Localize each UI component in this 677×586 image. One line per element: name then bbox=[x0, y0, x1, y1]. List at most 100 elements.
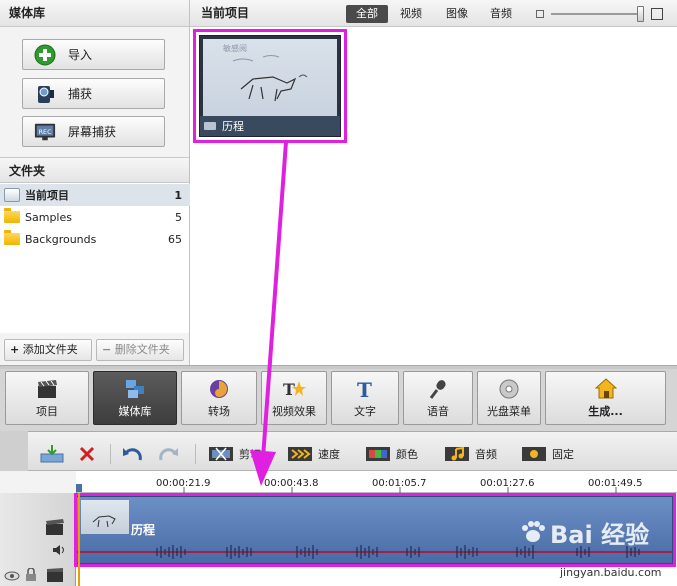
add-folder-label: 添加文件夹 bbox=[22, 343, 78, 356]
track-type-icon bbox=[46, 567, 64, 583]
eye-icon[interactable] bbox=[4, 570, 20, 581]
color-label: 颜色 bbox=[396, 448, 418, 461]
capture-label: 捕获 bbox=[68, 87, 93, 101]
folder-icon bbox=[4, 230, 20, 245]
color-icon bbox=[365, 445, 391, 463]
undo-button[interactable] bbox=[120, 442, 151, 466]
zoom-slider[interactable] bbox=[551, 13, 643, 15]
tab-transitions-label: 转场 bbox=[208, 404, 230, 418]
folder-icon bbox=[4, 208, 20, 223]
screen-capture-label: 屏幕捕获 bbox=[68, 125, 117, 139]
ruler-left-area bbox=[0, 471, 76, 493]
video-camera-icon bbox=[204, 122, 216, 130]
close-icon bbox=[78, 445, 104, 463]
folder-name: Samples bbox=[25, 210, 72, 224]
swirl-icon bbox=[207, 378, 231, 400]
folder-item-current-project[interactable]: 当前项目 1 bbox=[0, 184, 190, 206]
thumbnail-caption-bar: 历程 bbox=[200, 116, 340, 136]
undo-icon bbox=[120, 445, 146, 463]
text-t-icon: T bbox=[353, 378, 377, 400]
playhead-line[interactable] bbox=[78, 493, 80, 586]
watermark-brand: Bai 经验 bbox=[550, 520, 650, 549]
folder-count: 1 bbox=[174, 188, 182, 202]
remove-folder-label: 删除文件夹 bbox=[114, 343, 170, 356]
watermark-logo: Bai 经验 bbox=[520, 512, 670, 552]
disc-menu-icon bbox=[497, 378, 521, 400]
watermark-url: jingyan.baidu.com bbox=[560, 566, 662, 579]
remove-folder-button[interactable]: − 删除文件夹 bbox=[96, 339, 184, 361]
zoom-large-icon bbox=[651, 8, 663, 20]
toolbar-divider bbox=[110, 444, 111, 464]
tab-media-library-label: 媒体库 bbox=[118, 404, 152, 418]
tab-produce-label: 生成... bbox=[588, 404, 623, 418]
camcorder-icon bbox=[34, 83, 56, 105]
minus-small-icon: − bbox=[102, 343, 112, 356]
tab-text-label: 文字 bbox=[354, 404, 376, 418]
tab-disc-menu-label: 光盘菜单 bbox=[487, 404, 531, 418]
folder-name: 当前项目 bbox=[25, 189, 69, 202]
tab-project-label: 项目 bbox=[36, 404, 58, 418]
filter-all[interactable]: 全部 bbox=[346, 5, 388, 23]
film-library-icon bbox=[123, 378, 147, 400]
thumbnail-image: 敏感阅 bbox=[203, 39, 337, 116]
screen-capture-button[interactable]: REC 屏幕捕获 bbox=[22, 116, 165, 147]
folder-count: 5 bbox=[175, 210, 182, 224]
clapperboard-icon bbox=[35, 378, 59, 400]
svg-text:T: T bbox=[357, 378, 372, 400]
redo-icon bbox=[157, 445, 183, 463]
redo-button[interactable] bbox=[157, 442, 188, 466]
screen-record-icon: REC bbox=[34, 121, 56, 143]
pin-label: 固定 bbox=[552, 448, 574, 461]
plus-icon bbox=[34, 44, 56, 66]
tab-media-library[interactable]: 媒体库 bbox=[93, 371, 177, 425]
folders-title: 文件夹 bbox=[0, 157, 189, 183]
plus-small-icon: + bbox=[10, 343, 20, 356]
folder-name: Backgrounds bbox=[25, 232, 97, 246]
folder-item-samples[interactable]: Samples 5 bbox=[0, 206, 190, 228]
zoom-small-icon bbox=[536, 10, 544, 18]
media-thumbnail[interactable]: 敏感阅 历程 bbox=[199, 35, 341, 137]
zoom-slider-handle[interactable] bbox=[637, 6, 644, 22]
audio-label: 音频 bbox=[475, 448, 497, 461]
pin-icon bbox=[521, 445, 547, 463]
toolbar-divider bbox=[195, 444, 196, 464]
pin-button[interactable]: 固定 bbox=[521, 442, 574, 466]
project-folder-icon bbox=[4, 188, 20, 202]
tab-project[interactable]: 项目 bbox=[5, 371, 89, 425]
thumbnail-label: 历程 bbox=[222, 120, 244, 133]
tab-text[interactable]: T 文字 bbox=[331, 371, 399, 425]
music-note-icon bbox=[444, 445, 470, 463]
folder-item-backgrounds[interactable]: Backgrounds 65 bbox=[0, 228, 190, 250]
video-track-icon bbox=[45, 518, 65, 536]
house-produce-icon bbox=[594, 377, 618, 400]
import-button[interactable]: 导入 bbox=[22, 39, 165, 70]
microphone-icon bbox=[426, 378, 450, 400]
filter-video[interactable]: 视频 bbox=[400, 5, 422, 23]
tab-voice-label: 语音 bbox=[427, 404, 449, 418]
tab-voice[interactable]: 语音 bbox=[403, 371, 473, 425]
split-clip-button[interactable] bbox=[40, 442, 71, 466]
split-icon bbox=[40, 445, 66, 463]
current-project-title: 当前项目 bbox=[201, 6, 250, 20]
tab-produce[interactable]: 生成... bbox=[545, 371, 666, 425]
annotation-arrow bbox=[250, 141, 288, 486]
add-folder-button[interactable]: + 添加文件夹 bbox=[4, 339, 92, 361]
svg-text:敏感阅: 敏感阅 bbox=[223, 43, 247, 53]
filter-audio[interactable]: 音频 bbox=[490, 5, 512, 23]
capture-button[interactable]: 捕获 bbox=[22, 78, 165, 109]
folder-count: 65 bbox=[168, 232, 182, 246]
speed-label: 速度 bbox=[318, 448, 340, 461]
tab-disc-menu[interactable]: 光盘菜单 bbox=[477, 371, 541, 425]
svg-text:REC: REC bbox=[39, 127, 52, 135]
timeline-toolbar-edge bbox=[0, 431, 28, 471]
color-button[interactable]: 颜色 bbox=[365, 442, 418, 466]
speaker-icon[interactable] bbox=[52, 544, 66, 556]
delete-button[interactable] bbox=[78, 442, 109, 466]
lock-icon[interactable] bbox=[25, 567, 37, 582]
paw-icon bbox=[520, 519, 546, 545]
media-library-title: 媒体库 bbox=[0, 0, 189, 27]
folder-list: 当前项目 1 Samples 5 Backgrounds 65 bbox=[0, 183, 190, 333]
import-label: 导入 bbox=[68, 48, 93, 62]
filter-image[interactable]: 图像 bbox=[446, 5, 468, 23]
audio-button[interactable]: 音频 bbox=[444, 442, 497, 466]
